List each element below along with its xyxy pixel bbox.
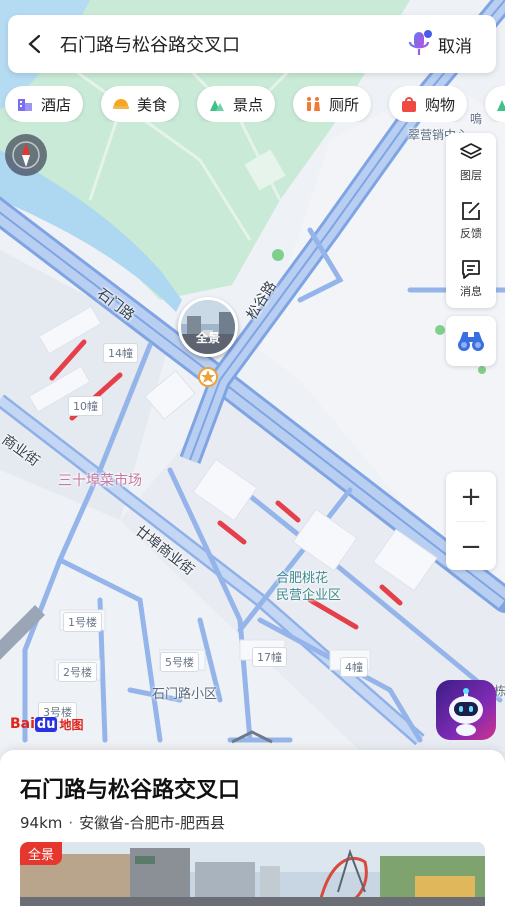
place-meta: 94km · 安徽省-合肥市-肥西县 [20, 812, 225, 833]
chip-hotel[interactable]: 酒店 [5, 86, 84, 122]
chip-label: 酒店 [41, 95, 72, 114]
compass-icon [12, 141, 40, 169]
panorama-label: 全景 [195, 331, 220, 345]
food-icon [111, 94, 131, 114]
hotel-icon [15, 94, 35, 114]
chip-label: 厕所 [329, 95, 360, 114]
toilet-icon [303, 94, 323, 114]
voice-search-button[interactable] [402, 15, 438, 73]
zoom-in-button[interactable]: + [446, 472, 496, 521]
building-label: 14幢 [103, 343, 138, 363]
zoom-out-button[interactable]: − [446, 522, 496, 571]
poi-market[interactable]: 三十埠菜市场 [58, 470, 142, 490]
chip-label: 景点 [233, 95, 264, 114]
panorama-thumbnail[interactable]: 全景 [178, 297, 238, 357]
building-label: 2号楼 [58, 662, 97, 682]
layers-button[interactable]: 图层 [446, 133, 496, 191]
building-label: 4幢 [340, 657, 368, 677]
place-photo[interactable]: 全景 [20, 842, 485, 906]
chip-label: 购物 [425, 95, 456, 114]
feedback-label: 反馈 [460, 226, 482, 240]
building-label: 17幢 [252, 647, 287, 667]
back-arrow-icon [28, 34, 41, 54]
map-toolbar: 图层 反馈 消息 [446, 133, 496, 308]
place-region: 安徽省-合肥市-肥西县 [79, 814, 225, 832]
location-marker [198, 367, 218, 387]
baidu-map-logo: Bai du 地图 [10, 716, 84, 732]
place-title: 石门路与松谷路交叉口 [20, 778, 241, 803]
layers-label: 图层 [460, 168, 482, 182]
chip-food[interactable]: 美食 [101, 86, 180, 122]
binoculars-icon [458, 332, 484, 351]
street-view-button[interactable] [446, 316, 496, 366]
chip-more[interactable] [485, 86, 505, 122]
back-button[interactable] [8, 15, 60, 73]
category-chips: 酒店 美食 景点 厕所 购物 [0, 86, 505, 122]
poi-community[interactable]: 石门路小区 [152, 683, 217, 702]
scenic-icon [207, 94, 227, 114]
scenic-icon [495, 94, 505, 114]
compass-button[interactable] [5, 134, 47, 176]
sheet-handle[interactable] [232, 750, 272, 764]
panorama-tag: 全景 [20, 842, 63, 865]
zoom-controls: + − [446, 472, 496, 570]
feedback-button[interactable]: 反馈 [446, 191, 496, 249]
building-label: 5号楼 [160, 652, 199, 672]
place-detail-sheet[interactable]: 石门路与松谷路交叉口 94km · 安徽省-合肥市-肥西县 全景 [0, 750, 505, 906]
chip-toilet[interactable]: 厕所 [293, 86, 372, 122]
microphone-icon [408, 30, 432, 55]
message-icon [462, 259, 480, 279]
place-distance: 94km [20, 814, 63, 832]
chip-scenic[interactable]: 景点 [197, 86, 276, 122]
messages-button[interactable]: 消息 [446, 249, 496, 307]
poi-park[interactable]: 合肥桃花 民营企业区 [276, 570, 341, 604]
messages-label: 消息 [460, 284, 482, 298]
building-label: 10幢 [68, 396, 103, 416]
search-query[interactable]: 石门路与松谷路交叉口 [60, 31, 402, 57]
shopping-icon [399, 94, 419, 114]
building-label: 1号楼 [63, 612, 102, 632]
meta-separator: · [68, 814, 74, 832]
cancel-button[interactable]: 取消 [438, 32, 496, 57]
search-bar[interactable]: 石门路与松谷路交叉口 取消 [8, 15, 496, 73]
layers-icon [460, 142, 482, 159]
chip-shopping[interactable]: 购物 [389, 86, 468, 122]
chip-label: 美食 [137, 95, 168, 114]
robot-icon [449, 688, 483, 736]
edit-icon [462, 201, 480, 220]
ai-assistant-button[interactable] [436, 680, 496, 740]
